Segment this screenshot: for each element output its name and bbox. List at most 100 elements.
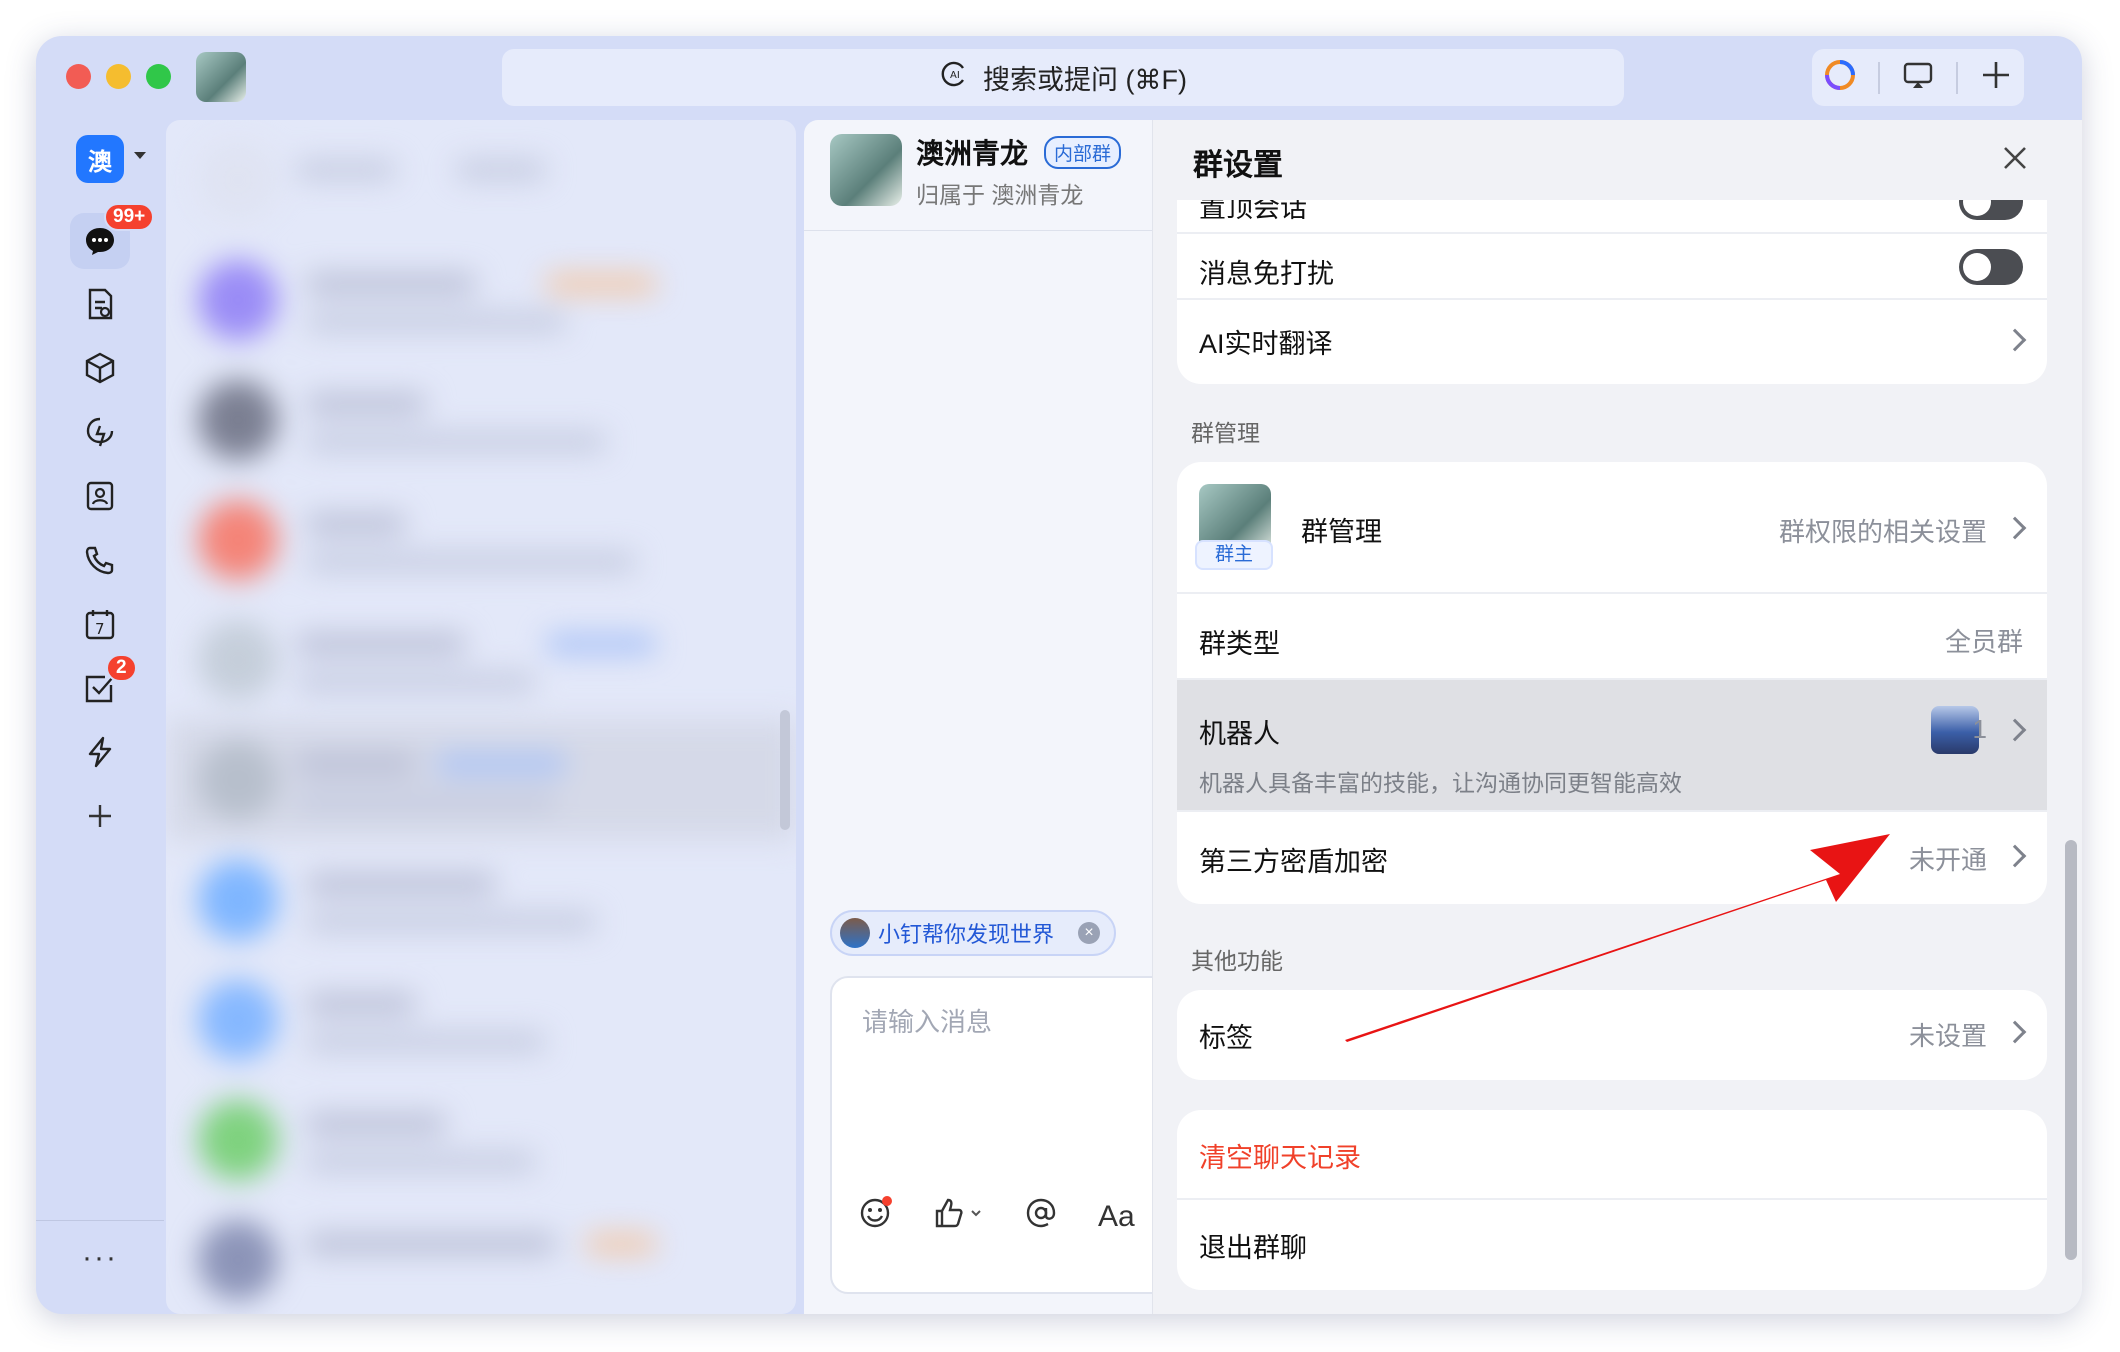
- list-item[interactable]: [166, 120, 796, 240]
- row-value: 全员群: [1944, 627, 2023, 657]
- chevron-right-icon: [2003, 1020, 2027, 1044]
- section-header-other: 其他功能: [1191, 948, 1283, 974]
- group-settings-panel: 群设置 置顶会话 消息免打扰 AI实时翻译 群管理 群主 群管理 群权限的相关设…: [1152, 120, 2082, 1314]
- robot-count: 1: [1972, 714, 1987, 744]
- list-item[interactable]: [166, 240, 796, 360]
- row-value: 未设置: [1908, 1021, 1987, 1051]
- row-label: AI实时翻译: [1199, 329, 1333, 359]
- encryption-row[interactable]: 第三方密盾加密 未开通: [1177, 812, 2047, 904]
- row-label: 群类型: [1199, 629, 1280, 659]
- phone-icon: [85, 546, 114, 575]
- row-value: 未开通: [1908, 845, 1987, 875]
- search-placeholder: 搜索或提问 (⌘F): [983, 65, 1187, 95]
- list-item[interactable]: [166, 600, 796, 720]
- row-label: 群管理: [1301, 517, 1382, 547]
- settings-scrollbar[interactable]: [2065, 840, 2077, 1260]
- font-format-button[interactable]: Aa: [1098, 1200, 1135, 1234]
- cube-icon: [85, 352, 115, 384]
- org-switcher[interactable]: 澳: [76, 135, 124, 183]
- pin-chat-row[interactable]: 置顶会话: [1177, 200, 2047, 234]
- clear-history-row[interactable]: 清空聊天记录: [1177, 1110, 2047, 1200]
- robot-description: 机器人具备丰富的技能，让沟通协同更智能高效: [1199, 770, 1682, 796]
- owner-badge: 群主: [1195, 540, 1273, 570]
- row-label: 标签: [1199, 1023, 1253, 1053]
- list-item[interactable]: [166, 1080, 796, 1200]
- chat-title: 澳洲青龙: [916, 138, 1029, 169]
- row-value: 群权限的相关设置: [1778, 517, 1987, 547]
- todo-badge: 2: [106, 654, 137, 682]
- nav-workbench[interactable]: [76, 344, 124, 392]
- document-icon: [88, 288, 113, 320]
- internal-group-tag: 内部群: [1044, 136, 1122, 169]
- panel-title: 群设置: [1193, 149, 1283, 182]
- divider: [1956, 61, 1959, 94]
- list-item[interactable]: [166, 720, 796, 840]
- robot-row[interactable]: 机器人 机器人具备丰富的技能，让沟通协同更智能高效 1: [1177, 680, 2047, 812]
- leave-group-row[interactable]: 退出群聊: [1177, 1200, 2047, 1290]
- chevron-right-icon: [2003, 844, 2027, 868]
- clear-history-label: 清空聊天记录: [1199, 1143, 1361, 1173]
- nav-flash[interactable]: [76, 728, 124, 776]
- settings-scroll-area[interactable]: 置顶会话 消息免打扰 AI实时翻译 群管理 群主 群管理 群权限的相关设置 群类…: [1153, 200, 2082, 1314]
- nav-docs[interactable]: [76, 280, 124, 328]
- more-menu[interactable]: ···: [36, 1220, 164, 1275]
- row-label: 置顶会话: [1199, 200, 1307, 223]
- ai-assistant-icon[interactable]: [1823, 58, 1857, 97]
- list-item[interactable]: [166, 480, 796, 600]
- global-search-bar[interactable]: AI 搜索或提问 (⌘F): [502, 49, 1624, 106]
- chevron-right-icon: [2003, 516, 2027, 540]
- nav-ding[interactable]: [76, 408, 124, 456]
- group-type-row[interactable]: 群类型 全员群: [1177, 594, 2047, 680]
- nav-todo[interactable]: 2: [76, 654, 137, 712]
- list-item[interactable]: [166, 960, 796, 1080]
- do-not-disturb-toggle[interactable]: [1959, 249, 2023, 285]
- list-item[interactable]: [166, 1200, 796, 1314]
- chat-subtitle[interactable]: 归属于 澳洲青龙: [916, 176, 1083, 210]
- user-avatar[interactable]: [196, 52, 246, 102]
- calendar-icon: 7: [85, 610, 115, 640]
- ding-icon: [86, 417, 114, 447]
- close-icon[interactable]: [2001, 142, 2029, 178]
- ai-translate-row[interactable]: AI实时翻译: [1177, 300, 2047, 384]
- section-header-manage: 群管理: [1191, 420, 1260, 446]
- unread-badge: 99+: [104, 203, 155, 231]
- chevron-down-icon[interactable]: [134, 152, 146, 159]
- chat-options-card: 置顶会话 消息免打扰 AI实时翻译: [1177, 200, 2047, 384]
- do-not-disturb-row[interactable]: 消息免打扰: [1177, 234, 2047, 300]
- left-rail: 澳 99+ 7 2 ···: [36, 120, 164, 1314]
- input-toolbar: Aa: [858, 1196, 1135, 1238]
- mention-icon[interactable]: [1024, 1196, 1058, 1238]
- row-label: 机器人: [1199, 719, 1280, 749]
- add-icon[interactable]: [1979, 58, 2013, 97]
- assistant-suggestion-pill[interactable]: 小钉帮你发现世界 ×: [830, 910, 1117, 956]
- app-window: AI 搜索或提问 (⌘F) 澳 99+ 7 2 ··· 澳洲青龙 内部群 归属于…: [36, 36, 2082, 1314]
- nav-calls[interactable]: [76, 536, 124, 584]
- emoji-icon[interactable]: [858, 1196, 892, 1238]
- chevron-right-icon: [2003, 718, 2027, 742]
- plus-icon: [89, 805, 111, 827]
- nav-calendar[interactable]: 7: [76, 600, 124, 648]
- chevron-right-icon: [2003, 328, 2027, 352]
- input-placeholder: 请输入消息: [862, 1007, 993, 1037]
- like-icon[interactable]: [932, 1196, 984, 1238]
- nav-add-app[interactable]: [76, 792, 124, 840]
- list-item[interactable]: [166, 840, 796, 960]
- close-icon[interactable]: ×: [1078, 922, 1101, 944]
- row-label: 消息免打扰: [1199, 259, 1334, 289]
- tag-row[interactable]: 标签 未设置: [1177, 990, 2047, 1080]
- nav-contacts[interactable]: [76, 472, 124, 520]
- screen-cast-icon[interactable]: [1901, 58, 1935, 97]
- close-window-button[interactable]: [66, 64, 91, 89]
- assistant-avatar: [840, 918, 870, 948]
- assistant-pill-label: 小钉帮你发现世界: [878, 922, 1055, 947]
- group-manage-row[interactable]: 群主 群管理 群权限的相关设置: [1177, 462, 2047, 594]
- pin-chat-toggle[interactable]: [1959, 200, 2023, 220]
- zoom-window-button[interactable]: [146, 64, 171, 89]
- list-item[interactable]: [166, 360, 796, 480]
- nav-messages[interactable]: 99+: [70, 203, 155, 269]
- minimize-window-button[interactable]: [106, 64, 131, 89]
- tag-card: 标签 未设置: [1177, 990, 2047, 1080]
- group-avatar[interactable]: [830, 134, 902, 206]
- divider: [1877, 61, 1880, 94]
- list-scrollbar[interactable]: [780, 710, 790, 830]
